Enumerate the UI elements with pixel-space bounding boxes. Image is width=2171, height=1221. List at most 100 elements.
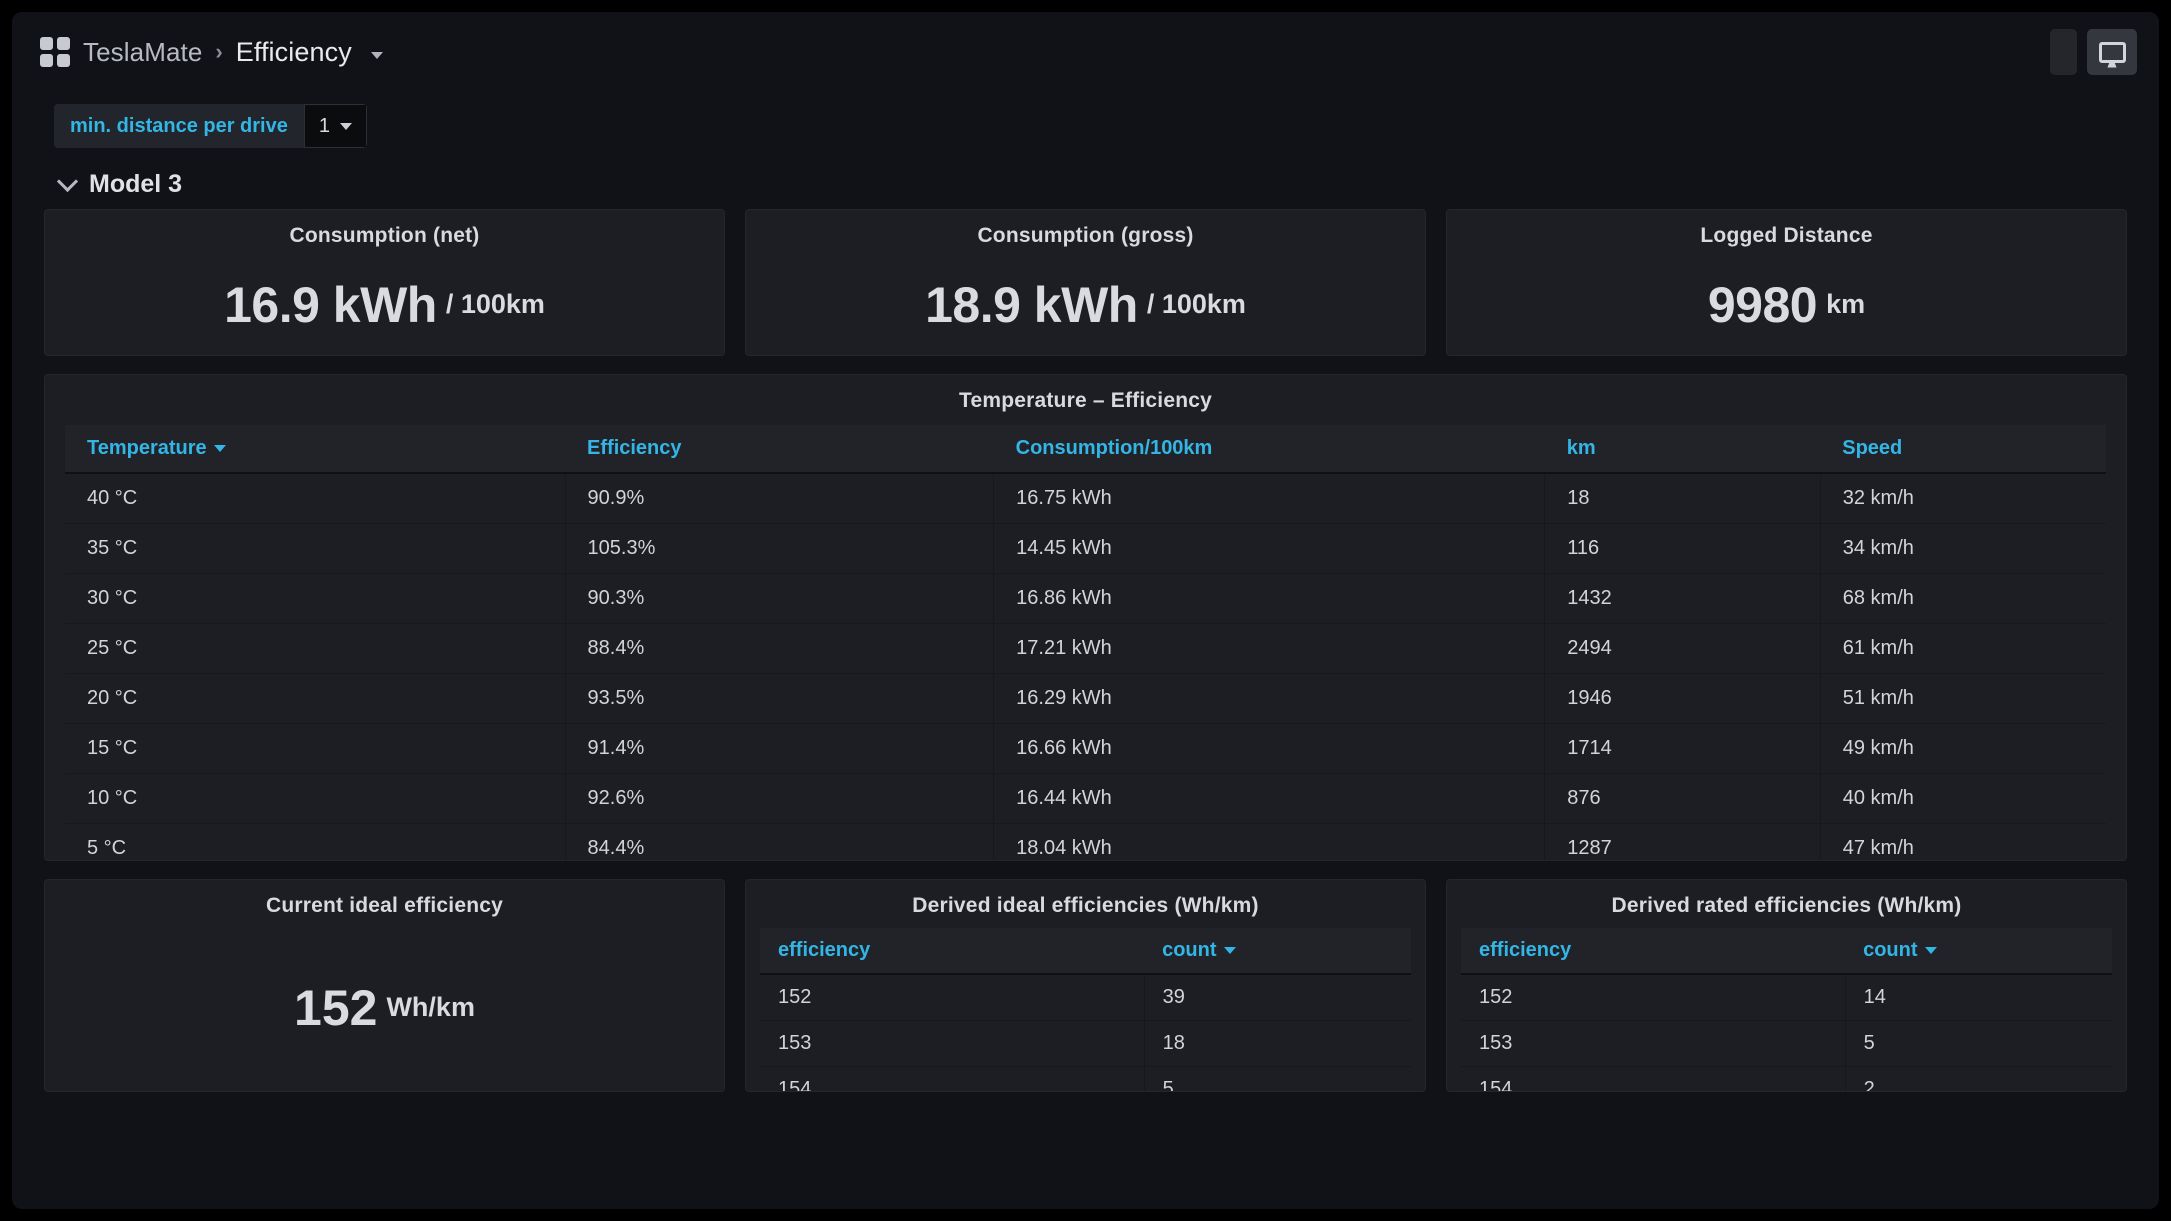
column-header-label: Consumption/100km <box>1016 437 1213 459</box>
cell-count: 18 <box>1144 1021 1411 1067</box>
mobile-view-button[interactable] <box>2050 29 2077 75</box>
dashboard-frame: TeslaMate › Efficiency min. distance per… <box>12 12 2159 1209</box>
column-header-label: count <box>1863 939 1917 961</box>
cell-consumption: 18.04 kWh <box>994 824 1545 861</box>
column-header-efficiency[interactable]: Efficiency <box>565 425 994 473</box>
table-row: 10 °C92.6%16.44 kWh87640 km/h <box>65 774 2106 824</box>
table-body: 40 °C90.9%16.75 kWh1832 km/h 35 °C105.3%… <box>65 473 2106 860</box>
cell-km: 1714 <box>1545 724 1821 774</box>
sort-descending-icon <box>1925 947 1937 954</box>
column-header-count[interactable]: count <box>1845 928 2112 974</box>
cell-efficiency: 90.9% <box>565 473 994 524</box>
table-scroll-area[interactable]: efficiency count 15239 15318 1545 <box>746 924 1425 1091</box>
cell-speed: 34 km/h <box>1820 524 2106 574</box>
cell-count: 5 <box>1144 1067 1411 1092</box>
column-header-label: Efficiency <box>587 437 681 459</box>
column-header-label: Temperature <box>87 437 207 459</box>
cell-temperature: 30 °C <box>65 574 565 624</box>
table-header-row: efficiency count <box>760 928 1411 974</box>
temperature-efficiency-table: Temperature Efficiency Consumption/100km… <box>65 425 2106 860</box>
table-row: 1545 <box>760 1067 1411 1092</box>
column-header-speed[interactable]: Speed <box>1820 425 2106 473</box>
cell-speed: 51 km/h <box>1820 674 2106 724</box>
cell-temperature: 10 °C <box>65 774 565 824</box>
stat-body: 152 Wh/km <box>45 924 724 1091</box>
table-header-row: efficiency count <box>1461 928 2112 974</box>
desktop-view-button[interactable] <box>2087 29 2137 75</box>
chevron-down-icon[interactable] <box>371 52 383 59</box>
panel-title: Logged Distance <box>1447 210 2126 254</box>
column-header-km[interactable]: km <box>1545 425 1821 473</box>
cell-efficiency: 92.6% <box>565 774 994 824</box>
panel-title: Temperature – Efficiency <box>45 375 2126 419</box>
cell-consumption: 16.75 kWh <box>994 473 1545 524</box>
cell-speed: 61 km/h <box>1820 624 2106 674</box>
breadcrumb: TeslaMate › Efficiency <box>40 37 2050 68</box>
table-row: 25 °C88.4%17.21 kWh249461 km/h <box>65 624 2106 674</box>
column-header-consumption[interactable]: Consumption/100km <box>994 425 1545 473</box>
column-header-label: km <box>1567 437 1596 459</box>
table-scroll-area[interactable]: efficiency count 15214 1535 1542 <box>1447 924 2126 1091</box>
cell-count: 39 <box>1144 974 1411 1021</box>
row-title: Model 3 <box>89 170 182 199</box>
cell-consumption: 16.86 kWh <box>994 574 1545 624</box>
stat-value: 152 <box>294 979 377 1037</box>
sort-descending-icon <box>1224 947 1236 954</box>
cell-speed: 68 km/h <box>1820 574 2106 624</box>
cell-count: 14 <box>1845 974 2112 1021</box>
cell-efficiency: 152 <box>760 974 1144 1021</box>
table-row: 15 °C91.4%16.66 kWh171449 km/h <box>65 724 2106 774</box>
cell-efficiency: 84.4% <box>565 824 994 861</box>
sort-descending-icon <box>214 445 226 452</box>
column-header-efficiency[interactable]: efficiency <box>1461 928 1845 974</box>
table-scroll-area[interactable]: Temperature Efficiency Consumption/100km… <box>45 419 2126 860</box>
variable-selected-value: 1 <box>319 115 330 138</box>
cell-km: 876 <box>1545 774 1821 824</box>
panel-logged-distance: Logged Distance 9980 km <box>1446 209 2127 356</box>
table-row: 1535 <box>1461 1021 2112 1067</box>
panel-title: Consumption (gross) <box>746 210 1425 254</box>
stat-value: 16.9 kWh <box>224 276 437 334</box>
cell-count: 2 <box>1845 1067 2112 1092</box>
cell-efficiency: 152 <box>1461 974 1845 1021</box>
panel-derived-ideal-efficiencies: Derived ideal efficiencies (Wh/km) effic… <box>745 879 1426 1092</box>
table-row: 1542 <box>1461 1067 2112 1092</box>
stat-body: 9980 km <box>1447 254 2126 355</box>
variable-min-distance-per-drive[interactable]: min. distance per drive 1 <box>54 104 367 148</box>
cell-efficiency: 153 <box>760 1021 1144 1067</box>
column-header-count[interactable]: count <box>1144 928 1411 974</box>
breadcrumb-separator-icon: › <box>215 39 222 65</box>
cell-temperature: 5 °C <box>65 824 565 861</box>
cell-efficiency: 154 <box>1461 1067 1845 1092</box>
cell-consumption: 16.44 kWh <box>994 774 1545 824</box>
stat-suffix: km <box>1826 289 1865 320</box>
table-body: 15239 15318 1545 <box>760 974 1411 1091</box>
table-row: 5 °C84.4%18.04 kWh128747 km/h <box>65 824 2106 861</box>
cell-temperature: 25 °C <box>65 624 565 674</box>
table-body: 15214 1535 1542 <box>1461 974 2112 1091</box>
dashboard-panels: Consumption (net) 16.9 kWh / 100km Consu… <box>12 209 2159 1092</box>
panel-current-ideal-efficiency: Current ideal efficiency 152 Wh/km <box>44 879 725 1092</box>
cell-temperature: 20 °C <box>65 674 565 724</box>
cell-temperature: 15 °C <box>65 724 565 774</box>
cell-temperature: 35 °C <box>65 524 565 574</box>
stat-value: 18.9 kWh <box>925 276 1138 334</box>
stat-suffix: / 100km <box>446 289 545 320</box>
column-header-temperature[interactable]: Temperature <box>65 425 565 473</box>
dashboard-grid-icon[interactable] <box>40 37 70 67</box>
column-header-efficiency[interactable]: efficiency <box>760 928 1144 974</box>
cell-km: 1432 <box>1545 574 1821 624</box>
dashboard-row-header[interactable]: Model 3 <box>12 148 2159 209</box>
column-header-label: efficiency <box>778 939 870 961</box>
table-row: 20 °C93.5%16.29 kWh194651 km/h <box>65 674 2106 724</box>
variable-select[interactable]: 1 <box>304 104 367 148</box>
table-header-row: Temperature Efficiency Consumption/100km… <box>65 425 2106 473</box>
table-row: 30 °C90.3%16.86 kWh143268 km/h <box>65 574 2106 624</box>
breadcrumb-current-dashboard[interactable]: Efficiency <box>236 37 352 68</box>
panel-derived-rated-efficiencies: Derived rated efficiencies (Wh/km) effic… <box>1446 879 2127 1092</box>
cell-efficiency: 90.3% <box>565 574 994 624</box>
breadcrumb-root-link[interactable]: TeslaMate <box>83 37 202 68</box>
stat-panel-row: Consumption (net) 16.9 kWh / 100km Consu… <box>44 209 2127 356</box>
table-panel-row: Temperature – Efficiency Temperature Eff… <box>44 374 2127 861</box>
cell-count: 5 <box>1845 1021 2112 1067</box>
